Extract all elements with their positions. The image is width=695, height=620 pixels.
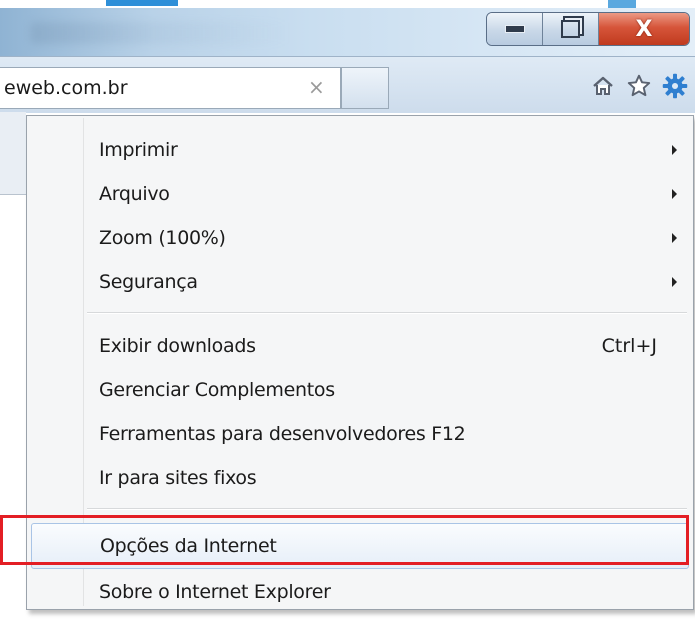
minimize-icon — [504, 25, 525, 33]
menu-item-imprimir[interactable]: Imprimir — [27, 128, 693, 172]
tools-gear-icon[interactable] — [660, 71, 690, 101]
top-accent-bar — [106, 0, 178, 6]
menu-item-label: Arquivo — [99, 183, 170, 205]
minimize-button[interactable] — [487, 13, 543, 45]
top-edge-strip — [0, 0, 695, 8]
menu-item-shortcut: Ctrl+J — [601, 335, 657, 357]
menu-item-gerenciar-complementos[interactable]: Gerenciar Complementos — [27, 368, 693, 412]
menu-item-label: Opções da Internet — [100, 535, 277, 557]
browser-tab[interactable]: eweb.com.br — [0, 67, 341, 109]
menu-item-exibir-downloads[interactable]: Exibir downloads Ctrl+J — [27, 324, 693, 368]
tab-close-icon[interactable]: × — [308, 77, 325, 97]
tab-url-text: eweb.com.br — [4, 77, 128, 99]
menu-item-opcoes-da-internet[interactable]: Opções da Internet — [31, 523, 689, 569]
menu-item-label: Gerenciar Complementos — [99, 379, 335, 401]
favorites-star-icon[interactable] — [624, 71, 654, 101]
menu-item-seguranca[interactable]: Segurança — [27, 260, 693, 304]
menu-item-ferramentas-desenvolvedores[interactable]: Ferramentas para desenvolvedores F12 — [27, 412, 693, 456]
menu-separator — [87, 508, 687, 509]
address-bar: eweb.com.br × — [0, 56, 695, 113]
menu-item-label: Imprimir — [99, 139, 178, 161]
menu-item-label: Segurança — [99, 271, 198, 293]
window-controls: X — [486, 12, 690, 46]
home-icon[interactable] — [588, 71, 618, 101]
blurred-window-title — [30, 22, 290, 44]
page-command-bar-edge — [0, 112, 26, 195]
restore-icon — [561, 20, 580, 38]
toolbar-icons — [588, 71, 690, 101]
submenu-arrow-icon — [672, 233, 677, 243]
new-tab-button[interactable] — [341, 67, 389, 109]
menu-separator — [87, 312, 687, 313]
menu-item-label: Sobre o Internet Explorer — [99, 581, 331, 603]
tools-dropdown-menu: Imprimir Arquivo Zoom (100%) Segurança E… — [26, 115, 694, 610]
menu-item-label: Zoom (100%) — [99, 227, 226, 249]
menu-item-label: Ir para sites fixos — [99, 467, 257, 489]
maximize-button[interactable] — [543, 13, 599, 45]
close-icon: X — [635, 16, 653, 42]
top-accent-bar-right — [608, 0, 636, 8]
menu-item-label: Ferramentas para desenvolvedores F12 — [99, 423, 466, 445]
submenu-arrow-icon — [672, 189, 677, 199]
close-button[interactable]: X — [599, 13, 689, 45]
menu-item-label: Exibir downloads — [99, 335, 256, 357]
menu-item-ir-para-sites-fixos[interactable]: Ir para sites fixos — [27, 456, 693, 500]
menu-item-arquivo[interactable]: Arquivo — [27, 172, 693, 216]
submenu-arrow-icon — [672, 145, 677, 155]
submenu-arrow-icon — [672, 277, 677, 287]
window-titlebar: X — [0, 0, 695, 56]
menu-item-sobre-internet-explorer[interactable]: Sobre o Internet Explorer — [27, 570, 693, 614]
menu-item-zoom[interactable]: Zoom (100%) — [27, 216, 693, 260]
